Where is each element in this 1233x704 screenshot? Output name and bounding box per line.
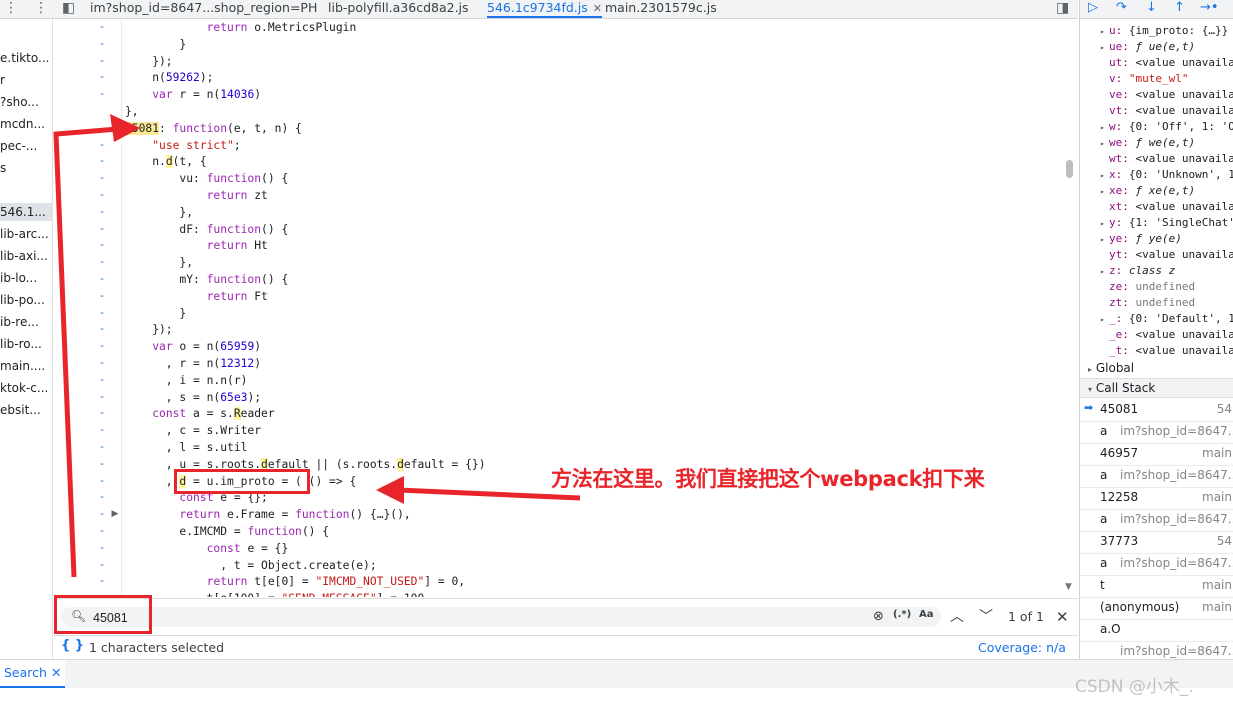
annotation-arrowhead <box>376 476 404 504</box>
annotation-arrow-line <box>53 126 119 578</box>
annotation-box-search <box>54 595 152 634</box>
annotation-box-im-proto <box>174 469 310 494</box>
watermark: CSDN @小木_. <box>1075 677 1194 697</box>
annotation-arrowhead <box>110 114 140 142</box>
annotation-arrows <box>53 114 581 578</box>
annotation-text: 方法在这里。我们直接把这个webpack扣下来 <box>551 467 985 491</box>
